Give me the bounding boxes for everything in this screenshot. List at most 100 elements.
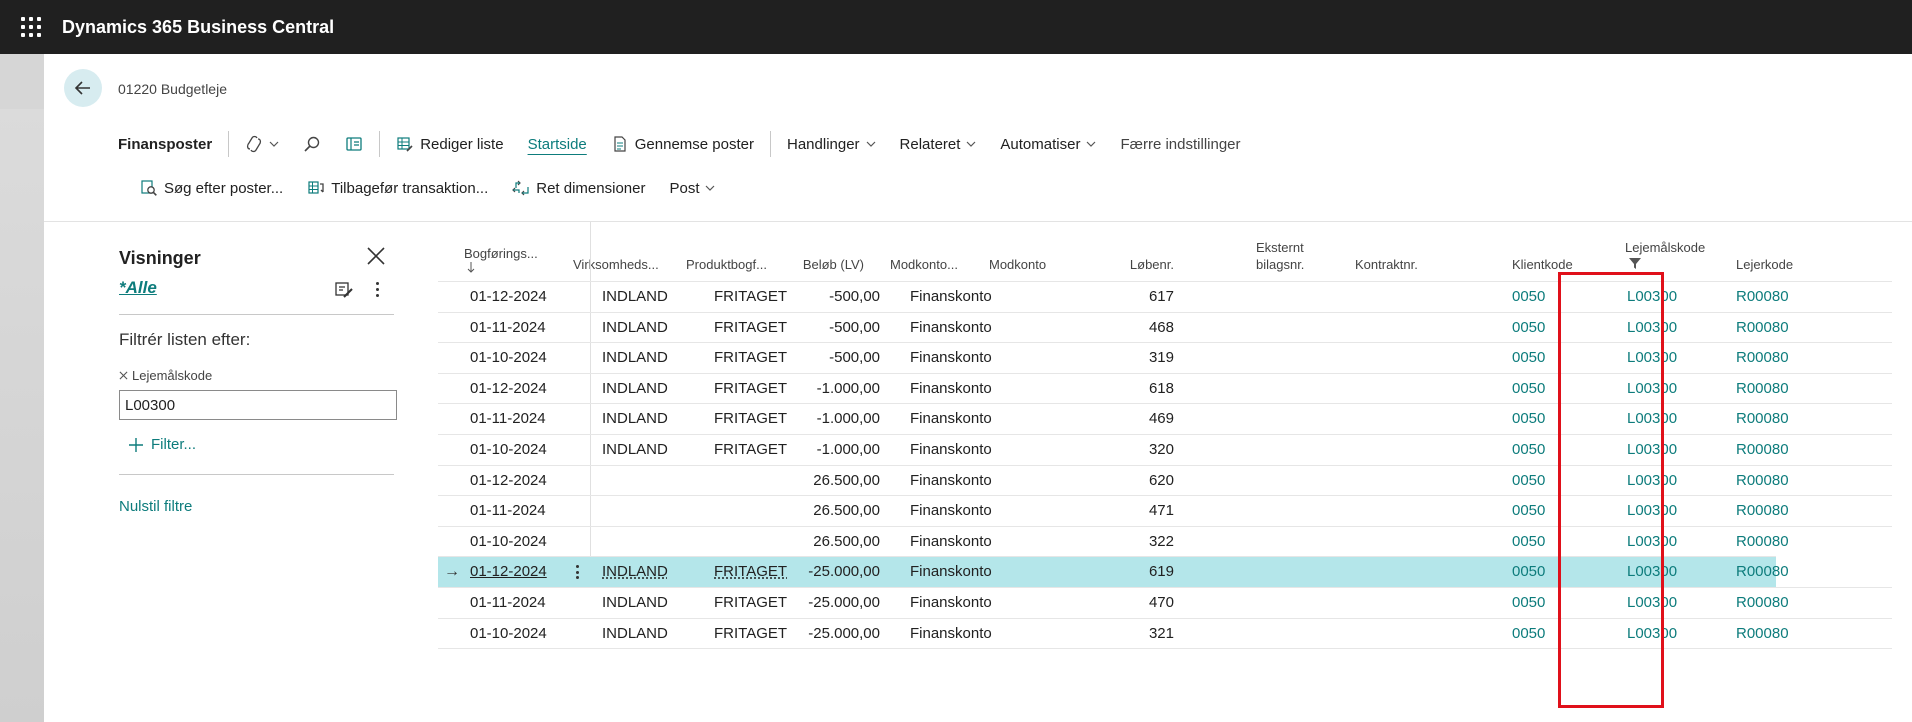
column-header-entry-no[interactable]: Løbenr.: [1078, 222, 1174, 281]
add-filter-button[interactable]: Filter...: [129, 436, 196, 453]
cell-tenant[interactable]: R00080: [1736, 527, 1806, 557]
table-row[interactable]: 01-11-2024 INDLAND FRITAGET -1.000,00 Finans…: [438, 403, 1892, 434]
cell-lease[interactable]: L00300: [1627, 557, 1697, 587]
cell-tenant[interactable]: R00080: [1736, 619, 1806, 649]
cell-client[interactable]: 0050: [1512, 374, 1572, 404]
post-menu[interactable]: Post: [657, 171, 727, 205]
table-row[interactable]: 01-11-2024 INDLAND FRITAGET -25.000,00 Finan…: [438, 587, 1892, 618]
cell-date[interactable]: 01-11-2024: [470, 588, 570, 618]
cell-date[interactable]: 01-10-2024: [470, 527, 570, 557]
row-more-icon[interactable]: [576, 565, 580, 580]
column-header-amount[interactable]: Beløb (LV): [778, 222, 878, 281]
search-button[interactable]: [291, 127, 333, 161]
cell-tenant[interactable]: R00080: [1736, 496, 1806, 526]
actions-menu[interactable]: Handlinger: [775, 127, 888, 161]
correct-dimensions-button[interactable]: Ret dimensioner: [500, 171, 657, 205]
cell-lease[interactable]: L00300: [1627, 404, 1697, 434]
table-row[interactable]: 01-11-2024 26.500,00 Finanskonto 471 0050 L00…: [438, 495, 1892, 526]
reverse-transaction-button[interactable]: Tilbagefør transaktion...: [295, 171, 500, 205]
column-header-lease[interactable]: Lejemålskode: [1625, 222, 1715, 281]
fewer-options-button[interactable]: Færre indstillinger: [1108, 127, 1252, 161]
column-header-bal-account[interactable]: Modkonto: [989, 222, 1079, 281]
cell-client[interactable]: 0050: [1512, 527, 1572, 557]
automate-menu[interactable]: Automatiser: [988, 127, 1108, 161]
cell-tenant[interactable]: R00080: [1736, 343, 1806, 373]
column-header-posting-date[interactable]: Bogførings...: [464, 222, 584, 281]
cell-client[interactable]: 0050: [1512, 588, 1572, 618]
tab-home[interactable]: Startside: [516, 127, 599, 161]
table-row[interactable]: 01-10-2024 INDLAND FRITAGET -25.000,00 Finan…: [438, 617, 1892, 649]
cell-client[interactable]: 0050: [1512, 282, 1572, 312]
cell-tenant[interactable]: R00080: [1736, 404, 1806, 434]
filter-by-label: Filtrér listen efter:: [119, 330, 251, 349]
cell-client[interactable]: 0050: [1512, 435, 1572, 465]
cell-client[interactable]: 0050: [1512, 619, 1572, 649]
column-header-bal-type[interactable]: Modkonto...: [890, 222, 980, 281]
cell-tenant[interactable]: R00080: [1736, 435, 1806, 465]
cell-lease[interactable]: L00300: [1627, 496, 1697, 526]
cell-tenant[interactable]: R00080: [1736, 557, 1806, 587]
cell-client[interactable]: 0050: [1512, 496, 1572, 526]
cell-date[interactable]: 01-11-2024: [470, 313, 570, 343]
edit-view-icon[interactable]: [334, 280, 354, 300]
cell-lease[interactable]: L00300: [1627, 619, 1697, 649]
cell-date[interactable]: 01-10-2024: [470, 435, 570, 465]
cell-date[interactable]: 01-11-2024: [470, 404, 570, 434]
cell-lease[interactable]: L00300: [1627, 588, 1697, 618]
remove-filter-icon[interactable]: [119, 371, 128, 380]
cell-tenant[interactable]: R00080: [1736, 282, 1806, 312]
table-row[interactable]: 01-12-2024 INDLAND FRITAGET -1.000,00 Finans…: [438, 372, 1892, 404]
cell-lease[interactable]: L00300: [1627, 343, 1697, 373]
filter-field-chip[interactable]: Lejemålskode: [119, 368, 212, 383]
more-icon[interactable]: [367, 278, 387, 300]
cell-date[interactable]: 01-12-2024: [470, 557, 570, 587]
table-row[interactable]: 01-10-2024 26.500,00 Finanskonto 322 0050 L00…: [438, 525, 1892, 557]
table-row[interactable]: → 01-12-2024 INDLAND FRITAGET -25.000,00 Fina…: [438, 556, 1789, 588]
cell-tenant[interactable]: R00080: [1736, 374, 1806, 404]
cell-date[interactable]: 01-12-2024: [470, 282, 570, 312]
cell-tenant[interactable]: R00080: [1736, 466, 1806, 496]
cell-date[interactable]: 01-10-2024: [470, 343, 570, 373]
filter-pane-button[interactable]: [333, 127, 375, 161]
cell-tenant[interactable]: R00080: [1736, 313, 1806, 343]
table-row[interactable]: 01-12-2024 INDLAND FRITAGET -500,00 Finansko…: [438, 281, 1892, 312]
cell-lease[interactable]: L00300: [1627, 374, 1697, 404]
table-row[interactable]: 01-12-2024 26.500,00 Finanskonto 620 0050 L00…: [438, 464, 1892, 496]
copilot-button[interactable]: [233, 127, 291, 161]
cell-date[interactable]: 01-12-2024: [470, 374, 570, 404]
reset-filters-link[interactable]: Nulstil filtre: [119, 498, 192, 515]
column-header-gen-prod[interactable]: Produktbogf...: [686, 222, 786, 281]
table-row[interactable]: 01-10-2024 INDLAND FRITAGET -500,00 Finansko…: [438, 342, 1892, 373]
column-header-client[interactable]: Klientkode: [1512, 222, 1602, 281]
filter-value-input[interactable]: [119, 390, 397, 420]
find-entries-button[interactable]: Søg efter poster...: [128, 171, 295, 205]
cell-lease[interactable]: L00300: [1627, 466, 1697, 496]
cell-date[interactable]: 01-11-2024: [470, 496, 570, 526]
column-header-gen-bus[interactable]: Virksomheds...: [573, 222, 673, 281]
cell-lease[interactable]: L00300: [1627, 527, 1697, 557]
waffle-icon[interactable]: [0, 0, 62, 54]
table-row[interactable]: 01-11-2024 INDLAND FRITAGET -500,00 Finansko…: [438, 311, 1892, 343]
view-all-link[interactable]: *Alle: [119, 278, 157, 298]
cell-client[interactable]: 0050: [1512, 404, 1572, 434]
column-header-label: Løbenr.: [1129, 257, 1174, 272]
back-button[interactable]: [64, 69, 102, 107]
cell-lease[interactable]: L00300: [1627, 435, 1697, 465]
cell-date[interactable]: 01-12-2024: [470, 466, 570, 496]
cell-client[interactable]: 0050: [1512, 313, 1572, 343]
cell-client[interactable]: 0050: [1512, 343, 1572, 373]
close-icon[interactable]: [364, 244, 388, 268]
browse-entries-button[interactable]: Gennemse poster: [599, 127, 766, 161]
table-row[interactable]: 01-10-2024 INDLAND FRITAGET -1.000,00 Finans…: [438, 434, 1892, 465]
cell-client[interactable]: 0050: [1512, 466, 1572, 496]
column-header-external-doc[interactable]: Eksternt bilagsnr.: [1256, 222, 1336, 281]
related-menu[interactable]: Relateret: [888, 127, 989, 161]
edit-list-button[interactable]: Rediger liste: [384, 127, 515, 161]
cell-tenant[interactable]: R00080: [1736, 588, 1806, 618]
cell-client[interactable]: 0050: [1512, 557, 1572, 587]
column-header-contract[interactable]: Kontraktnr.: [1355, 222, 1445, 281]
cell-lease[interactable]: L00300: [1627, 313, 1697, 343]
cell-date[interactable]: 01-10-2024: [470, 619, 570, 649]
column-header-tenant[interactable]: Lejerkode: [1736, 222, 1826, 281]
cell-lease[interactable]: L00300: [1627, 282, 1697, 312]
